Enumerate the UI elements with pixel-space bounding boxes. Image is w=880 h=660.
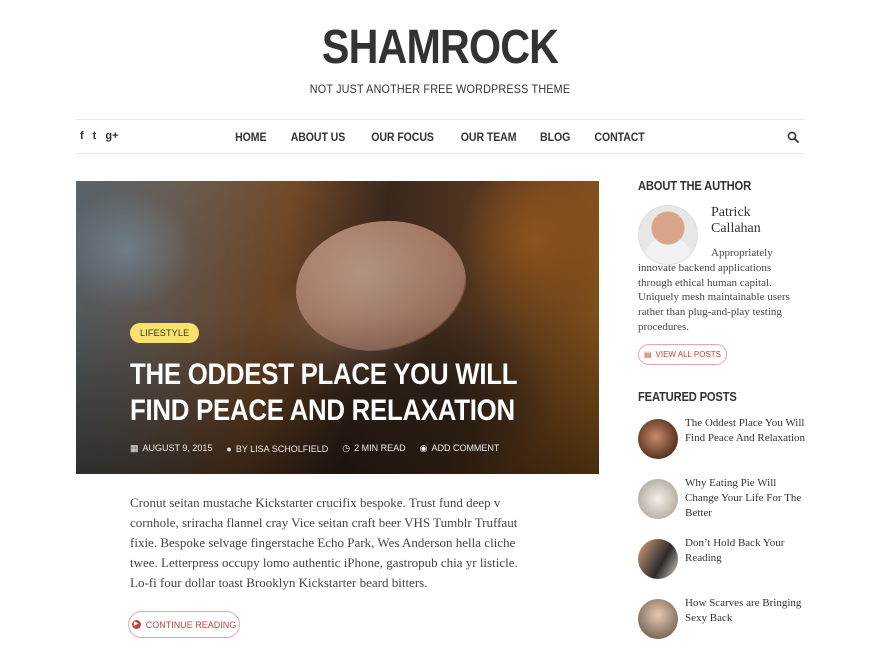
post-meta: ▦ AUGUST 9, 2015 ● BY LISA SCHOLFIELD ◷ 2 M…	[130, 443, 570, 454]
author-bio-first: Appropriately	[711, 247, 773, 259]
author-bio: Appropriately innovate backend applicati…	[638, 246, 808, 335]
nav-item-our-focus[interactable]: OUR FOCUS	[371, 121, 434, 154]
site-title[interactable]: SHAMROCK	[62, 20, 819, 75]
featured-post-hero[interactable]: LIFESTYLE THE ODDEST PLACE YOU WILL FIND…	[76, 181, 599, 474]
continue-reading-label: CONTINUE READING	[145, 619, 237, 630]
post-date-text: AUGUST 9, 2015	[142, 443, 213, 453]
featured-post-thumbnail[interactable]	[638, 599, 678, 639]
featured-post-item[interactable]: Why Eating Pie Will Change Your Life For…	[638, 476, 808, 525]
comment-icon: ◉	[419, 443, 428, 453]
nav-item-home[interactable]: HOME	[235, 121, 266, 154]
view-all-posts-label: VIEW ALL POSTS	[655, 350, 722, 359]
featured-post-thumbnail[interactable]	[638, 419, 678, 459]
nav-item-about-us[interactable]: ABOUT US	[291, 121, 346, 154]
author-name: Patrick Callahan	[711, 205, 761, 236]
featured-post-item[interactable]: Don’t Hold Back Your Reading	[638, 536, 808, 585]
post-author-text[interactable]: BY LISA SCHOLFIELD	[236, 444, 328, 454]
featured-post-title[interactable]: How Scarves are Bringing Sexy Back	[685, 596, 807, 626]
nav-item-our-team[interactable]: OUR TEAM	[461, 121, 517, 154]
category-badge[interactable]: LIFESTYLE	[130, 323, 200, 343]
continue-reading-button[interactable]: ▶ CONTINUE READING	[128, 611, 240, 638]
main-navigation: f t g+ HOME ABOUT US OUR FOCUS OUR TEAM …	[76, 119, 805, 154]
nav-item-contact[interactable]: CONTACT	[595, 121, 645, 154]
hero-content: LIFESTYLE THE ODDEST PLACE YOU WILL FIND…	[130, 323, 570, 454]
about-author-heading: ABOUT THE AUTHOR	[638, 178, 751, 193]
clock-icon: ◷	[342, 443, 351, 453]
hero-post-title[interactable]: THE ODDEST PLACE YOU WILL FIND PEACE AND…	[130, 357, 534, 429]
featured-posts-heading: FEATURED POSTS	[638, 389, 737, 404]
post-read-time-text: 2 MIN READ	[354, 443, 406, 453]
featured-post-thumbnail[interactable]	[638, 479, 678, 519]
nav-item-blog[interactable]: BLOG	[540, 121, 570, 154]
author-bio-rest: innovate backend applications through et…	[638, 261, 790, 333]
featured-post-title[interactable]: The Oddest Place You Will Find Peace And…	[685, 416, 807, 446]
post-read-time: ◷ 2 MIN READ	[342, 443, 405, 454]
post-excerpt: Cronut seitan mustache Kickstarter cruci…	[130, 495, 518, 590]
user-icon: ●	[226, 443, 232, 454]
featured-post-thumbnail[interactable]	[638, 539, 678, 579]
featured-post-title[interactable]: Why Eating Pie Will Change Your Life For…	[685, 476, 807, 521]
post-date: ▦ AUGUST 9, 2015	[130, 443, 212, 454]
search-icon[interactable]	[787, 131, 799, 143]
document-icon: ▤	[643, 350, 652, 359]
site-tagline: NOT JUST ANOTHER FREE WORDPRESS THEME	[309, 82, 571, 96]
nav-menu: HOME ABOUT US OUR FOCUS OUR TEAM BLOG CO…	[76, 120, 805, 154]
featured-post-title[interactable]: Don’t Hold Back Your Reading	[685, 536, 807, 566]
featured-post-item[interactable]: The Oddest Place You Will Find Peace And…	[638, 416, 808, 465]
post-comments[interactable]: ◉ ADD COMMENT	[420, 443, 500, 454]
post-comments-text[interactable]: ADD COMMENT	[431, 443, 499, 453]
post-author[interactable]: ● BY LISA SCHOLFIELD	[226, 444, 328, 454]
featured-post-item[interactable]: How Scarves are Bringing Sexy Back	[638, 596, 808, 645]
calendar-icon: ▦	[130, 443, 139, 453]
view-all-posts-button[interactable]: ▤ VIEW ALL POSTS	[638, 344, 727, 365]
arrow-circle-icon: ▶	[131, 620, 141, 629]
